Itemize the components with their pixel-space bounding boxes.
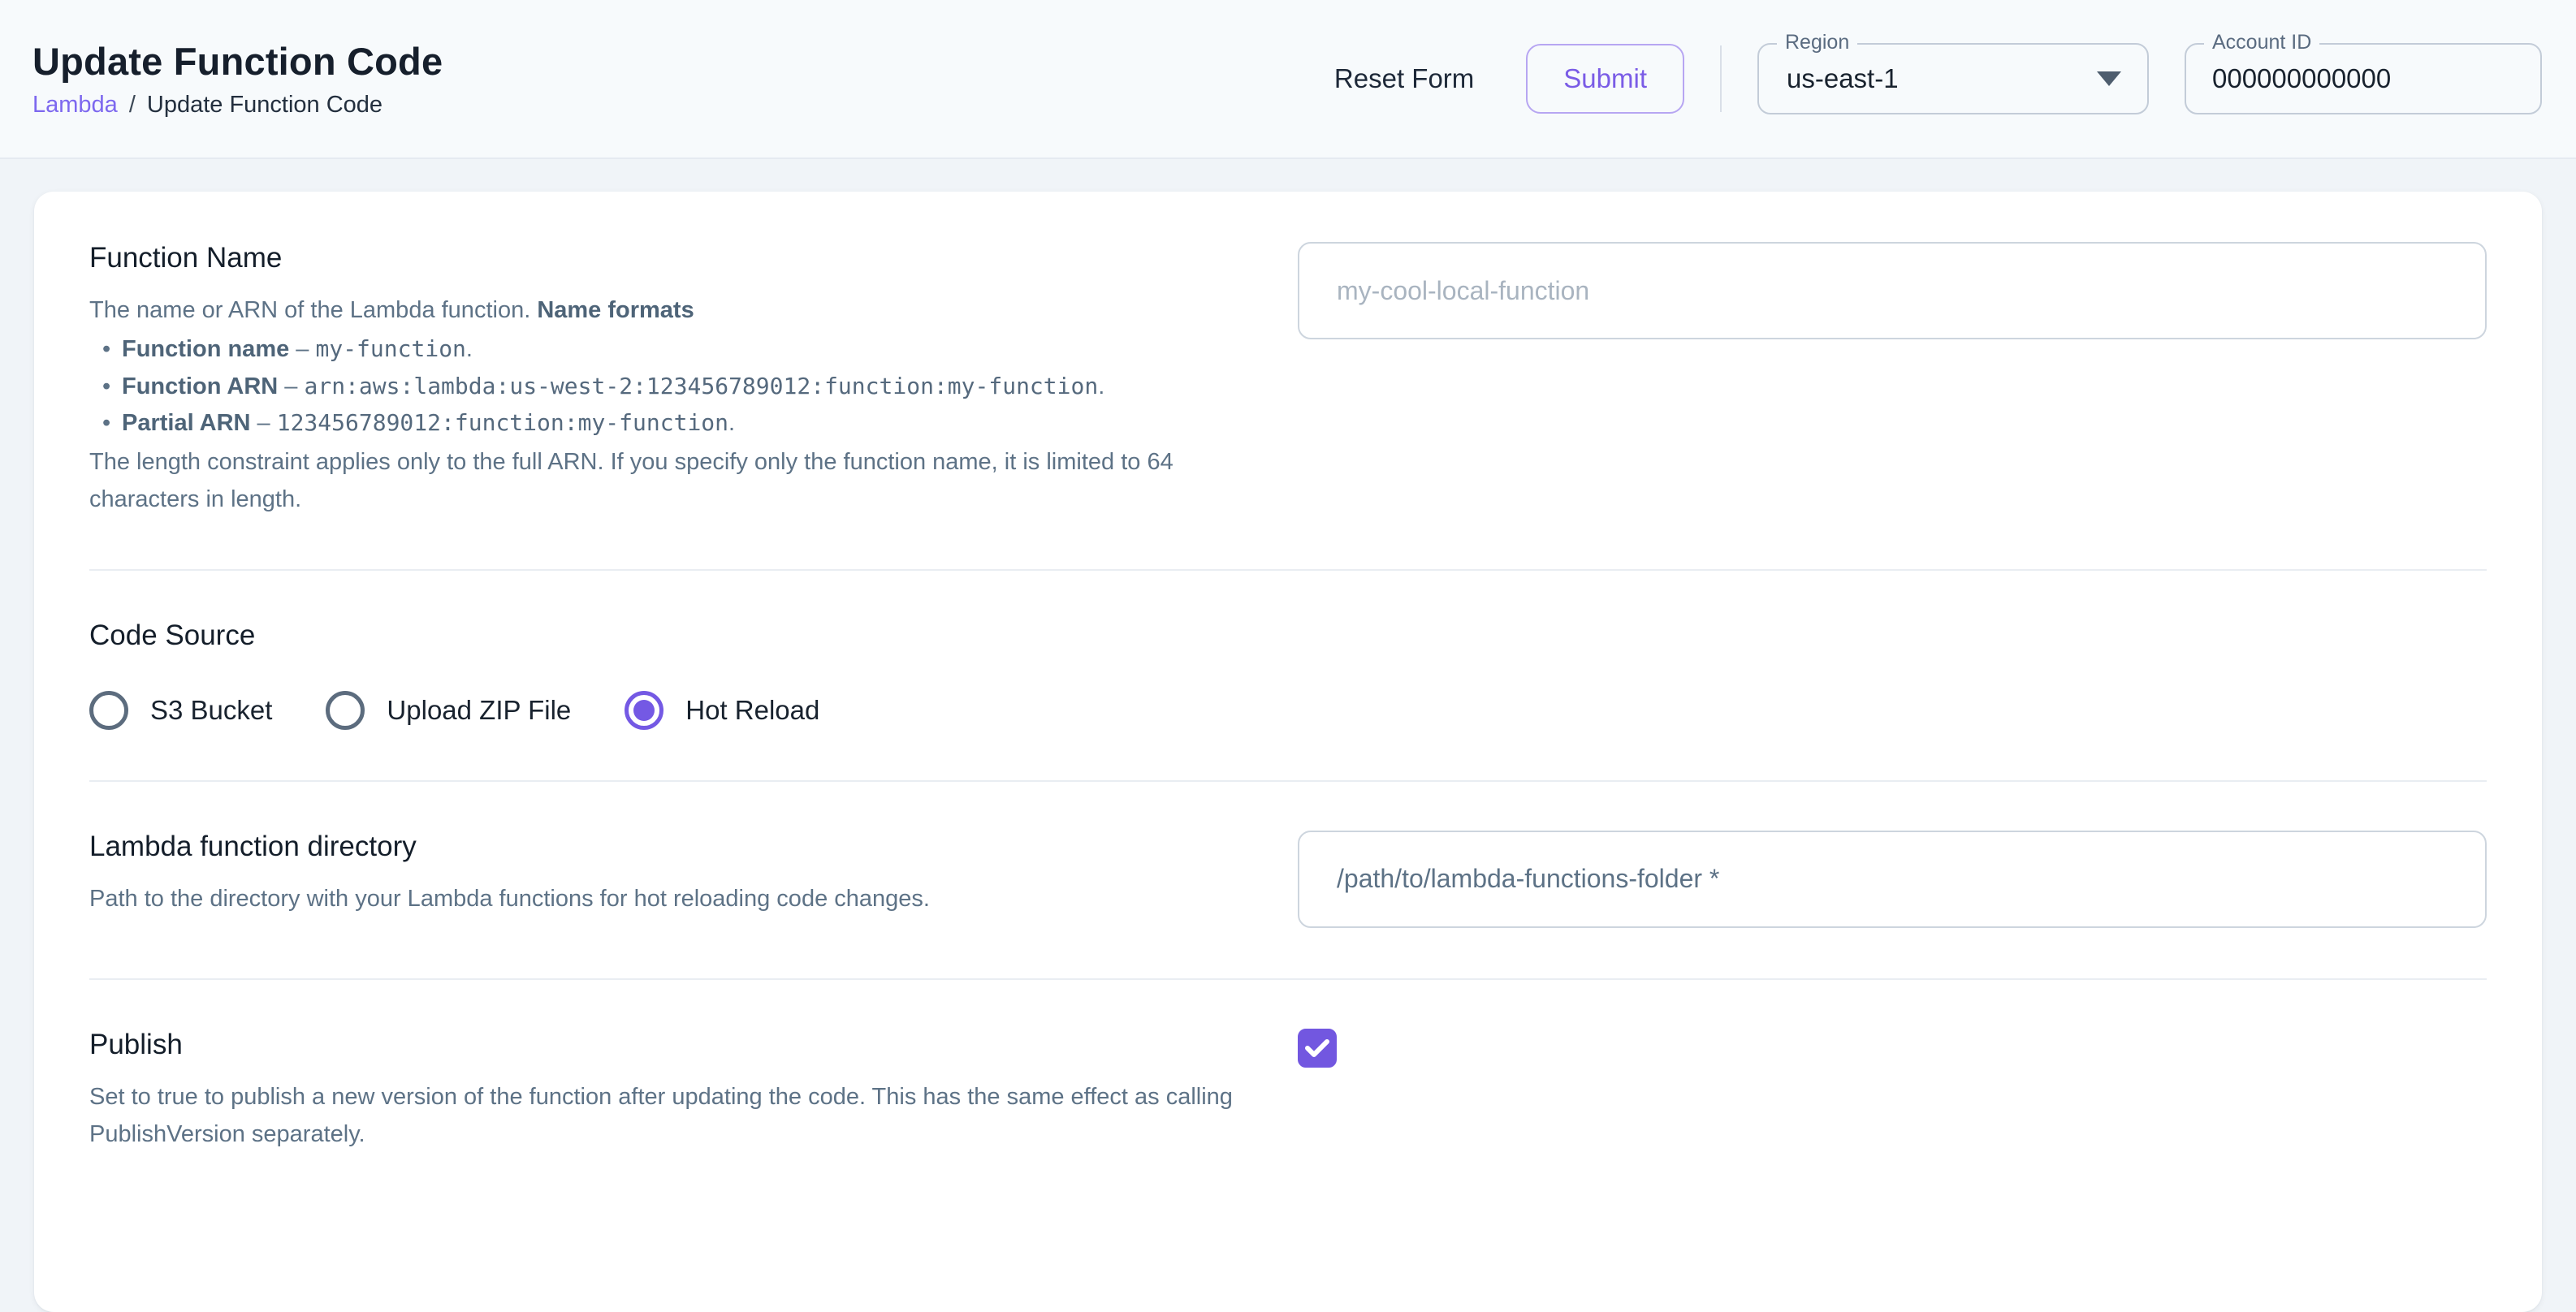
radio-label: Upload ZIP File	[387, 695, 571, 726]
function-name-description: The name or ARN of the Lambda function. …	[89, 292, 1252, 330]
header-title-block: Update Function Code Lambda / Update Fun…	[32, 39, 443, 119]
list-item: Function ARN – arn:aws:lambda:us-west-2:…	[89, 369, 1259, 406]
radio-label: S3 Bucket	[150, 695, 272, 726]
bullet-suffix: .	[728, 410, 735, 436]
account-id-input[interactable]	[2186, 45, 2540, 113]
bullet-bold: Partial ARN	[122, 410, 250, 436]
section-divider	[89, 569, 2487, 571]
bullet-suffix: .	[466, 336, 473, 362]
publish-section: Publish Set to true to publish a new ver…	[89, 1029, 2487, 1154]
breadcrumb: Lambda / Update Function Code	[32, 92, 443, 119]
account-id-label: Account ID	[2204, 31, 2319, 54]
bullet-code: 123456789012:function:my-function	[277, 409, 728, 436]
bullet-code: my-function	[315, 335, 465, 362]
name-format-list: Function name – my-function. Function AR…	[89, 331, 1259, 442]
page-title: Update Function Code	[32, 39, 443, 84]
region-label: Region	[1777, 31, 1857, 54]
radio-label: Hot Reload	[685, 695, 819, 726]
bullet-dash: –	[250, 410, 276, 436]
chevron-down-icon	[2097, 71, 2121, 86]
bullet-dash: –	[289, 336, 315, 362]
radio-option-hot-reload[interactable]: Hot Reload	[625, 691, 819, 730]
function-name-description-footer: The length constraint applies only to th…	[89, 444, 1252, 519]
radio-icon	[89, 691, 128, 730]
function-name-input[interactable]	[1298, 242, 2487, 339]
breadcrumb-current: Update Function Code	[147, 92, 383, 119]
region-select[interactable]: Region us-east-1	[1757, 43, 2149, 114]
radio-option-s3-bucket[interactable]: S3 Bucket	[89, 691, 272, 730]
breadcrumb-link-lambda[interactable]: Lambda	[32, 92, 118, 119]
checkmark-icon	[1305, 1038, 1329, 1058]
bullet-dash: –	[278, 373, 304, 399]
section-heading-function-name: Function Name	[89, 242, 1259, 274]
code-source-radio-group: S3 Bucket Upload ZIP File Hot Reload	[89, 691, 1259, 730]
directory-description: Path to the directory with your Lambda f…	[89, 881, 1252, 918]
code-source-section: Code Source S3 Bucket Upload ZIP File	[89, 619, 2487, 730]
form-card: Function Name The name or ARN of the Lam…	[34, 192, 2542, 1312]
bullet-suffix: .	[1098, 373, 1104, 399]
code-source-text-block: Code Source S3 Bucket Upload ZIP File	[89, 619, 1259, 730]
directory-text-block: Lambda function directory Path to the di…	[89, 831, 1259, 918]
section-heading-code-source: Code Source	[89, 619, 1259, 652]
section-heading-publish: Publish	[89, 1029, 1259, 1061]
main-content: Function Name The name or ARN of the Lam…	[0, 159, 2576, 1312]
publish-input-block	[1298, 1029, 2487, 1068]
function-name-description-intro: The name or ARN of the Lambda function.	[89, 297, 537, 323]
section-heading-directory: Lambda function directory	[89, 831, 1259, 863]
section-divider	[89, 978, 2487, 980]
region-value: us-east-1	[1759, 63, 1899, 94]
reset-form-button[interactable]: Reset Form	[1318, 50, 1490, 107]
function-name-input-block	[1298, 242, 2487, 339]
publish-description: Set to true to publish a new version of …	[89, 1079, 1243, 1154]
section-divider	[89, 780, 2487, 782]
submit-button[interactable]: Submit	[1526, 44, 1684, 114]
directory-section: Lambda function directory Path to the di…	[89, 831, 2487, 928]
list-item: Partial ARN – 123456789012:function:my-f…	[89, 405, 1259, 442]
header-actions: Reset Form Submit Region us-east-1 Accou…	[1318, 43, 2542, 114]
page-root: Update Function Code Lambda / Update Fun…	[0, 0, 2576, 1312]
function-name-description-bold: Name formats	[537, 297, 694, 323]
publish-checkbox[interactable]	[1298, 1029, 1337, 1068]
bullet-code: arn:aws:lambda:us-west-2:123456789012:fu…	[304, 373, 1098, 399]
publish-text-block: Publish Set to true to publish a new ver…	[89, 1029, 1259, 1154]
breadcrumb-separator: /	[129, 92, 136, 119]
function-name-text-block: Function Name The name or ARN of the Lam…	[89, 242, 1259, 519]
radio-icon	[625, 691, 663, 730]
directory-input[interactable]	[1298, 831, 2487, 928]
radio-option-upload-zip-file[interactable]: Upload ZIP File	[326, 691, 571, 730]
radio-icon	[326, 691, 365, 730]
list-item: Function name – my-function.	[89, 331, 1259, 369]
bullet-bold: Function name	[122, 336, 289, 362]
bullet-bold: Function ARN	[122, 373, 278, 399]
function-name-section: Function Name The name or ARN of the Lam…	[89, 242, 2487, 519]
header-divider	[1720, 45, 1722, 112]
page-header: Update Function Code Lambda / Update Fun…	[0, 0, 2576, 159]
directory-input-block	[1298, 831, 2487, 928]
account-id-field: Account ID	[2185, 43, 2542, 114]
